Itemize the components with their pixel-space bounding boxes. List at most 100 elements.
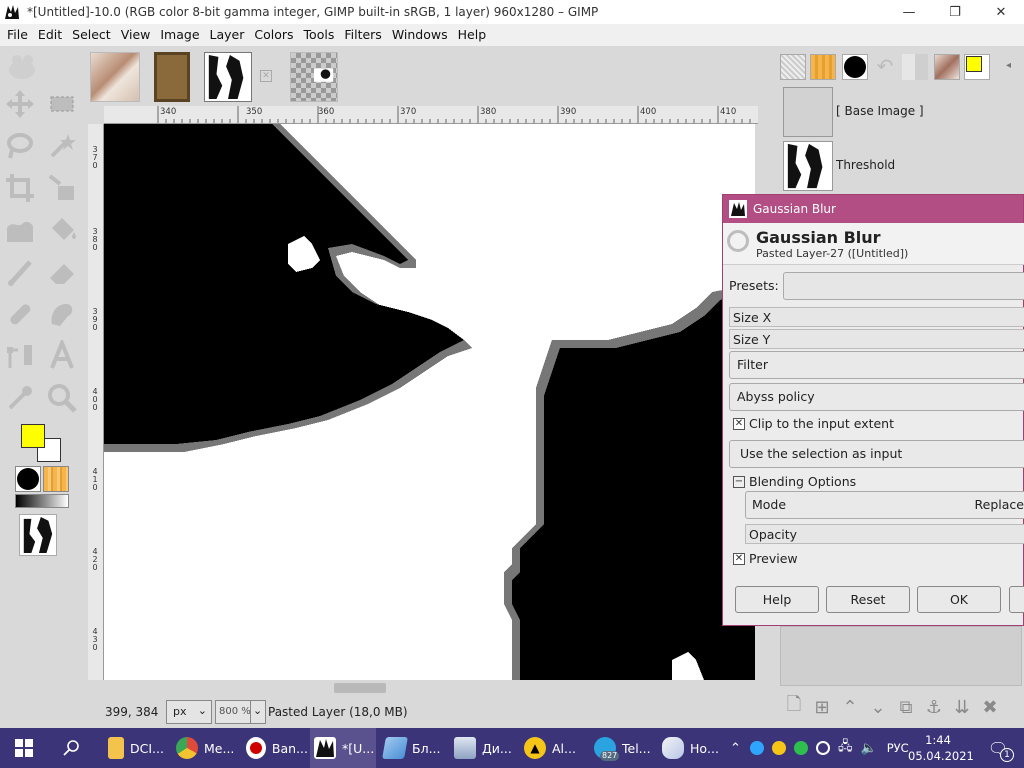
image-tab-photo[interactable] bbox=[90, 52, 140, 102]
menu-filters[interactable]: Filters bbox=[339, 24, 386, 46]
taskbar-item-archive[interactable]: ▲ Al... bbox=[520, 728, 586, 768]
menu-layer[interactable]: Layer bbox=[205, 24, 250, 46]
minimize-button[interactable]: — bbox=[886, 0, 932, 24]
raise-layer-icon[interactable]: ⌃ bbox=[836, 693, 864, 721]
dock-menu-icon[interactable]: ◂ bbox=[1006, 60, 1011, 71]
tray-record-icon[interactable] bbox=[794, 741, 808, 755]
clip-checkbox[interactable]: ✕ bbox=[733, 418, 745, 430]
menu-image[interactable]: Image bbox=[155, 24, 204, 46]
volume-icon[interactable]: 🔈 bbox=[861, 741, 877, 756]
opacity-spinner[interactable]: Opacity bbox=[745, 524, 1024, 544]
vertical-ruler[interactable]: 370 380 390 400 410 420 430 bbox=[88, 124, 104, 680]
color-picker-tool-icon[interactable] bbox=[2, 380, 38, 416]
cancel-button-partial[interactable] bbox=[1009, 586, 1024, 613]
paths-tool-icon[interactable] bbox=[2, 338, 38, 374]
eraser-tool-icon[interactable] bbox=[44, 254, 80, 290]
menu-select[interactable]: Select bbox=[67, 24, 116, 46]
layer-row[interactable]: [ Base Image ] bbox=[780, 84, 1024, 138]
layer-row[interactable]: Threshold bbox=[780, 138, 1024, 192]
gradient-preview[interactable] bbox=[15, 494, 69, 508]
anchor-layer-icon[interactable]: ⚓ bbox=[920, 693, 948, 721]
close-tab-icon[interactable]: ✕ bbox=[260, 70, 272, 82]
notifications-button[interactable]: 🗨 1 bbox=[982, 728, 1014, 768]
move-tool-icon[interactable] bbox=[2, 86, 38, 122]
zoom-tool-icon[interactable] bbox=[44, 380, 80, 416]
heal-tool-icon[interactable] bbox=[2, 296, 38, 332]
fuzzy-select-tool-icon[interactable] bbox=[44, 128, 80, 164]
menu-file[interactable]: File bbox=[2, 24, 33, 46]
lower-layer-icon[interactable]: ⌄ bbox=[864, 693, 892, 721]
warp-tool-icon[interactable] bbox=[2, 212, 38, 248]
dialog-titlebar[interactable]: Gaussian Blur bbox=[723, 195, 1023, 223]
taskbar-item-notes[interactable]: Но... bbox=[658, 728, 724, 768]
zoom-dropdown-button[interactable]: ⌄ bbox=[250, 700, 266, 724]
duplicate-layer-icon[interactable]: ⧉ bbox=[892, 693, 920, 721]
rect-select-tool-icon[interactable] bbox=[44, 86, 80, 122]
presets-combo[interactable] bbox=[783, 272, 1024, 300]
network-icon[interactable]: 🖧 bbox=[838, 737, 853, 759]
horizontal-scrollbar[interactable] bbox=[104, 680, 755, 696]
help-button[interactable]: Help bbox=[735, 586, 819, 613]
menu-colors[interactable]: Colors bbox=[249, 24, 298, 46]
tray-archive-icon[interactable] bbox=[772, 741, 786, 755]
new-layer-icon[interactable]: 🗋 bbox=[780, 693, 808, 721]
image-tab-frame[interactable] bbox=[154, 52, 190, 102]
chevron-up-icon[interactable]: ⌃ bbox=[730, 741, 746, 756]
undo-history-tab[interactable]: ↶ bbox=[872, 54, 898, 80]
smudge-tool-icon[interactable] bbox=[44, 296, 80, 332]
image-tab-untitled[interactable] bbox=[204, 52, 252, 102]
search-button[interactable] bbox=[56, 728, 88, 768]
text-tool-icon[interactable] bbox=[44, 338, 80, 374]
crop-tool-icon[interactable] bbox=[2, 170, 38, 206]
bucket-fill-tool-icon[interactable] bbox=[44, 212, 80, 248]
transform-tool-icon[interactable] bbox=[44, 170, 80, 206]
brush-circle-tab[interactable] bbox=[842, 54, 868, 80]
filter-combo[interactable]: Filter bbox=[729, 351, 1024, 379]
blending-collapse-icon[interactable]: − bbox=[733, 476, 745, 488]
taskbar-item-record[interactable]: Ban... bbox=[242, 728, 308, 768]
close-button[interactable]: ✕ bbox=[978, 0, 1024, 24]
delete-layer-icon[interactable]: ✖ bbox=[976, 693, 1004, 721]
language-indicator[interactable]: РУС bbox=[887, 741, 909, 755]
horizontal-ruler[interactable]: 340 350 360 370 380 390 400 410 bbox=[104, 106, 758, 124]
image-canvas[interactable] bbox=[104, 124, 755, 680]
colors-tab[interactable] bbox=[964, 54, 990, 80]
taskbar-item-image-viewer[interactable]: Ди... bbox=[450, 728, 518, 768]
scrollbar-thumb[interactable] bbox=[334, 683, 386, 693]
channels-tab[interactable] bbox=[902, 54, 928, 80]
reset-button[interactable]: Reset bbox=[826, 586, 910, 613]
start-button[interactable] bbox=[8, 728, 40, 768]
clock[interactable]: 1:44 05.04.2021 bbox=[908, 732, 974, 764]
brushes-tab[interactable] bbox=[780, 54, 806, 80]
patterns-tab[interactable] bbox=[810, 54, 836, 80]
taskbar-item-folder[interactable]: DCI... bbox=[104, 728, 168, 768]
tray-app-icon[interactable] bbox=[750, 741, 764, 755]
size-x-spinner[interactable]: Size X bbox=[729, 307, 1024, 327]
unit-select[interactable]: px ⌄ bbox=[166, 700, 212, 724]
brush-preview[interactable] bbox=[15, 466, 41, 492]
menu-help[interactable]: Help bbox=[453, 24, 492, 46]
ok-button[interactable]: OK bbox=[917, 586, 1001, 613]
lasso-tool-icon[interactable] bbox=[2, 128, 38, 164]
preview-checkbox[interactable]: ✕ bbox=[733, 553, 745, 565]
paintbrush-tool-icon[interactable] bbox=[2, 254, 38, 290]
images-tab[interactable] bbox=[934, 54, 960, 80]
taskbar-item-telegram[interactable]: 827 Tel... bbox=[590, 728, 656, 768]
taskbar-item-gimp[interactable]: *[U... bbox=[310, 728, 376, 768]
pattern-preview[interactable] bbox=[43, 466, 69, 492]
menu-edit[interactable]: Edit bbox=[33, 24, 67, 46]
image-tab-transparent[interactable] bbox=[290, 52, 338, 102]
restore-button[interactable]: ❐ bbox=[932, 0, 978, 24]
menu-tools[interactable]: Tools bbox=[299, 24, 340, 46]
use-selection-button[interactable]: Use the selection as input bbox=[729, 440, 1024, 468]
active-image-preview[interactable] bbox=[19, 514, 57, 556]
taskbar-item-notepad[interactable]: Бл... bbox=[380, 728, 446, 768]
merge-layer-icon[interactable]: ⇊ bbox=[948, 693, 976, 721]
taskbar-item-chrome[interactable]: Ме... bbox=[172, 728, 238, 768]
new-layer-group-icon[interactable]: ⊞ bbox=[808, 693, 836, 721]
abyss-policy-combo[interactable]: Abyss policy bbox=[729, 383, 1024, 411]
tray-circle-icon[interactable] bbox=[816, 741, 830, 755]
foreground-color-swatch[interactable] bbox=[21, 424, 45, 448]
mode-combo[interactable]: Mode Replace bbox=[745, 491, 1024, 519]
menu-windows[interactable]: Windows bbox=[387, 24, 453, 46]
